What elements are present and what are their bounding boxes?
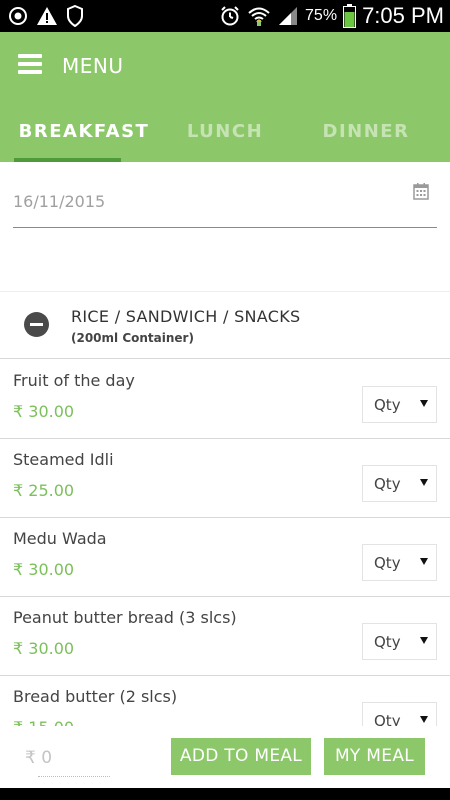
calendar-icon[interactable] <box>413 183 429 200</box>
meal-tabs: BREAKFAST LUNCH DINNER <box>0 118 450 162</box>
category-header[interactable]: RICE / SANDWICH / SNACKS (200ml Containe… <box>0 291 450 359</box>
tab-lunch[interactable]: LUNCH <box>165 118 285 162</box>
add-to-meal-button[interactable]: ADD TO MEAL <box>171 738 311 775</box>
menu-item: Steamed Idli ₹ 25.00 Qty <box>0 439 450 518</box>
item-name: Peanut butter bread (3 slcs) <box>13 608 237 627</box>
dropdown-arrow-icon <box>420 558 428 565</box>
item-price: ₹ 30.00 <box>13 639 75 658</box>
collapse-minus-icon[interactable] <box>24 312 49 337</box>
clock: 7:05 PM <box>362 3 444 28</box>
dropdown-arrow-icon <box>420 637 428 644</box>
battery-percent: 75% <box>305 7 338 24</box>
alarm-icon <box>221 6 239 26</box>
qty-dropdown[interactable]: Qty <box>362 544 437 581</box>
item-name: Fruit of the day <box>13 371 135 390</box>
signal-icon <box>279 7 298 25</box>
qty-dropdown[interactable]: Qty <box>362 465 437 502</box>
hamburger-menu-icon[interactable] <box>18 54 42 74</box>
qty-label: Qty <box>374 554 401 572</box>
active-tab-indicator <box>14 158 121 162</box>
battery-icon <box>343 4 357 28</box>
menu-item: Medu Wada ₹ 30.00 Qty <box>0 518 450 597</box>
qty-label: Qty <box>374 475 401 493</box>
item-name: Steamed Idli <box>13 450 114 469</box>
qty-dropdown[interactable]: Qty <box>362 623 437 660</box>
shield-icon <box>67 5 83 27</box>
qty-label: Qty <box>374 633 401 651</box>
item-price: ₹ 30.00 <box>13 402 75 421</box>
wifi-icon <box>248 7 270 26</box>
date-field[interactable]: 16/11/2015 <box>13 180 437 228</box>
category-subtitle: (200ml Container) <box>71 331 194 345</box>
date-value[interactable]: 16/11/2015 <box>13 192 105 211</box>
item-price: ₹ 25.00 <box>13 481 75 500</box>
qty-label: Qty <box>374 396 401 414</box>
total-underline <box>38 776 110 777</box>
dropdown-arrow-icon <box>420 479 428 486</box>
navigation-bar-strip <box>0 788 450 800</box>
qty-dropdown[interactable]: Qty <box>362 386 437 423</box>
dropdown-arrow-icon <box>420 400 428 407</box>
item-name: Medu Wada <box>13 529 107 548</box>
bottom-action-bar: ₹ 0 ADD TO MEAL MY MEAL <box>0 726 450 788</box>
item-name: Bread butter (2 slcs) <box>13 687 178 706</box>
app-bar: MENU BREAKFAST LUNCH DINNER <box>0 32 450 162</box>
page-title: MENU <box>62 54 124 78</box>
total-amount: ₹ 0 <box>25 748 53 768</box>
tab-breakfast[interactable]: BREAKFAST <box>14 118 154 162</box>
menu-item: Peanut butter bread (3 slcs) ₹ 30.00 Qty <box>0 597 450 676</box>
status-bar: 75% 7:05 PM <box>0 0 450 32</box>
dropdown-arrow-icon <box>420 716 428 723</box>
my-meal-button[interactable]: MY MEAL <box>324 738 425 775</box>
tab-dinner[interactable]: DINNER <box>296 118 436 162</box>
menu-item: Fruit of the day ₹ 30.00 Qty <box>0 360 450 439</box>
warning-icon <box>37 7 57 25</box>
category-title: RICE / SANDWICH / SNACKS <box>71 307 301 326</box>
item-price: ₹ 30.00 <box>13 560 75 579</box>
record-icon <box>9 7 27 25</box>
